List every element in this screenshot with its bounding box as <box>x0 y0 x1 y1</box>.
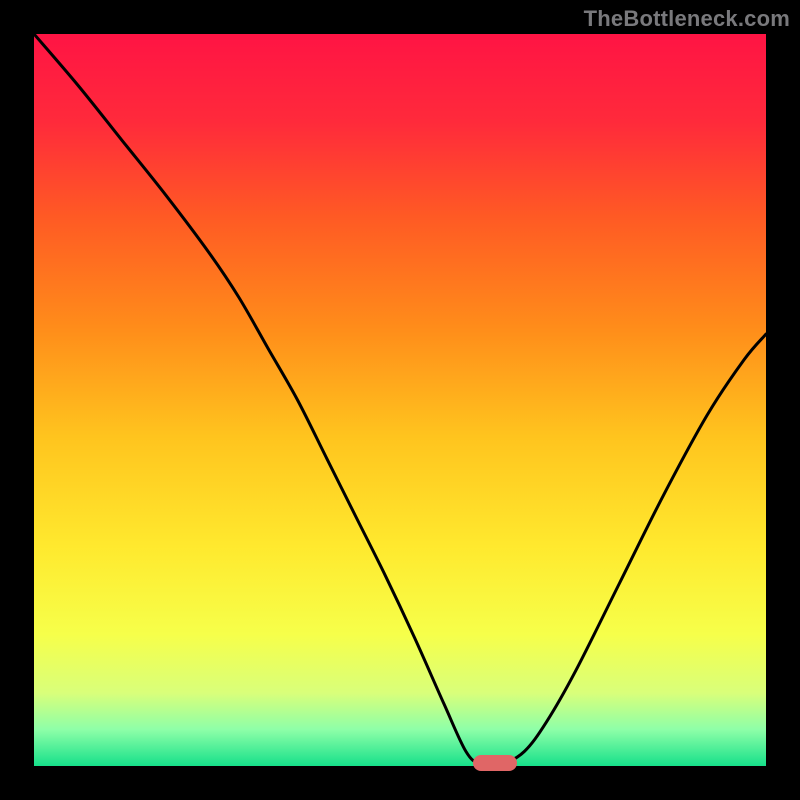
optimal-marker <box>473 755 517 771</box>
chart-svg <box>0 0 800 800</box>
attribution-label: TheBottleneck.com <box>584 6 790 32</box>
chart-stage: TheBottleneck.com <box>0 0 800 800</box>
plot-gradient-background <box>34 34 766 766</box>
